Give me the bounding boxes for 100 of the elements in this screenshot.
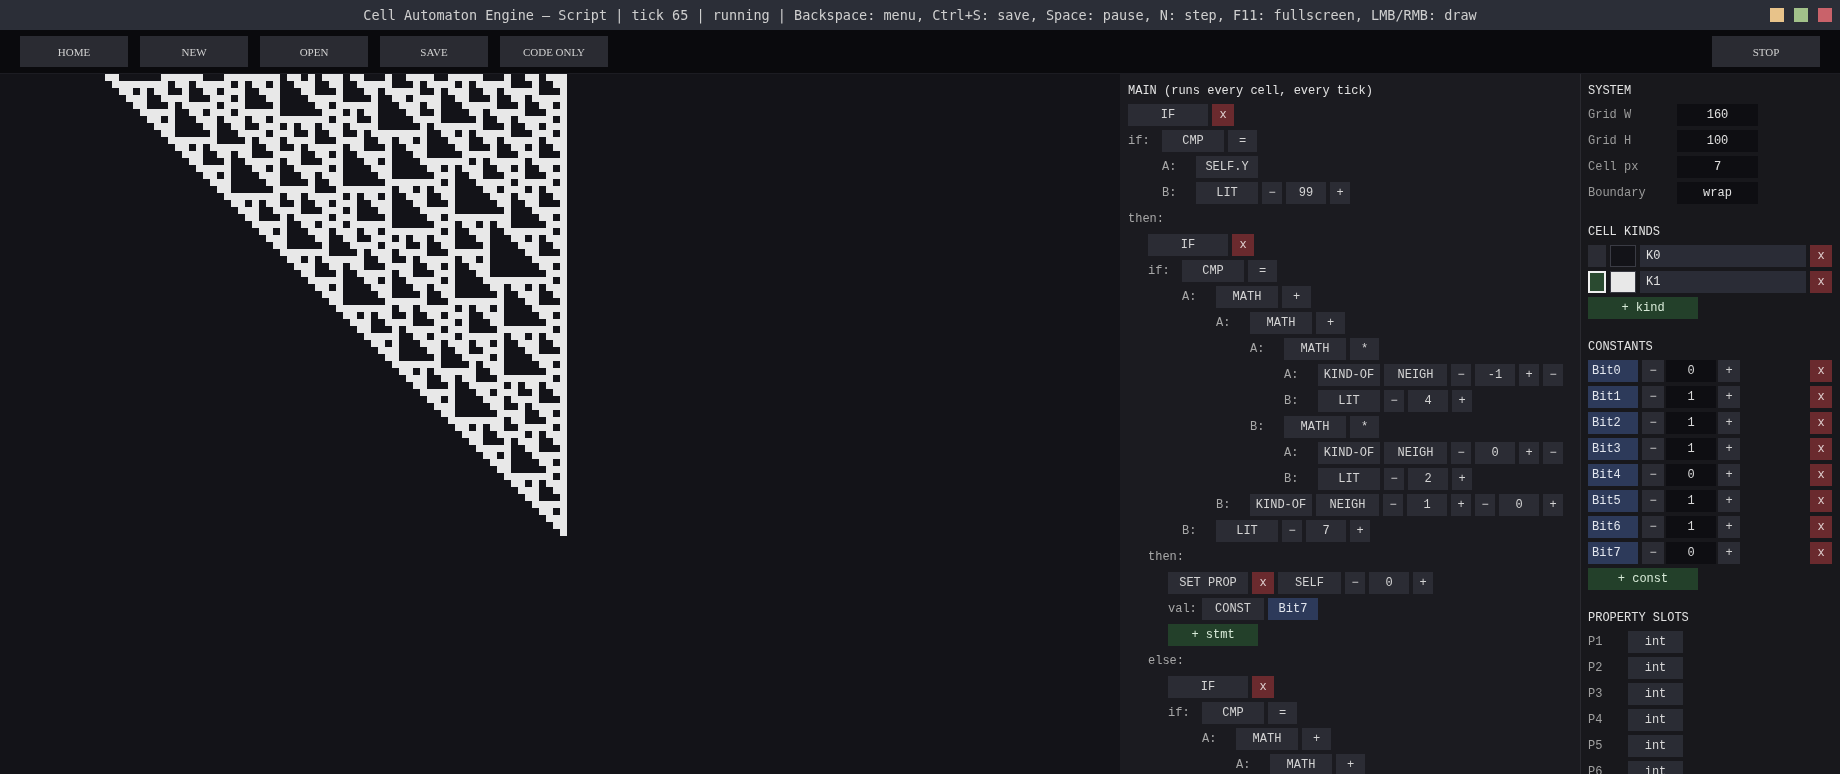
increment-button[interactable]: + <box>1413 572 1433 594</box>
value-field[interactable]: wrap <box>1677 182 1758 204</box>
value-field[interactable]: 1 <box>1666 412 1716 434</box>
delete-button[interactable]: x <box>1252 676 1274 698</box>
add-constant-button[interactable]: + const <box>1588 568 1698 590</box>
color-swatch[interactable] <box>1610 245 1636 267</box>
delete-button[interactable]: x <box>1252 572 1274 594</box>
decrement-button[interactable]: − <box>1384 390 1404 412</box>
value-field[interactable]: 0 <box>1666 464 1716 486</box>
block-button[interactable]: MATH <box>1284 416 1346 438</box>
operator-button[interactable]: * <box>1350 338 1379 360</box>
operator-button[interactable]: + <box>1336 754 1365 774</box>
increment-button[interactable]: + <box>1543 494 1563 516</box>
block-button[interactable]: IF <box>1148 234 1228 256</box>
increment-button[interactable]: + <box>1452 390 1472 412</box>
close-button[interactable] <box>1818 8 1832 22</box>
type-button[interactable]: int <box>1628 709 1683 731</box>
value-field[interactable]: 0 <box>1666 360 1716 382</box>
block-button[interactable]: KIND-OF <box>1318 364 1380 386</box>
operator-button[interactable]: + <box>1316 312 1345 334</box>
delete-button[interactable]: x <box>1810 542 1832 564</box>
operator-button[interactable]: * <box>1350 416 1379 438</box>
delete-button[interactable]: x <box>1810 271 1832 293</box>
decrement-button[interactable]: − <box>1642 490 1664 512</box>
decrement-button[interactable]: − <box>1642 438 1664 460</box>
decrement-button[interactable]: − <box>1642 386 1664 408</box>
value-field[interactable]: -1 <box>1475 364 1515 386</box>
delete-button[interactable]: x <box>1810 412 1832 434</box>
target-button[interactable]: NEIGH <box>1384 442 1447 464</box>
operator-button[interactable]: = <box>1248 260 1277 282</box>
value-field[interactable]: 1 <box>1666 516 1716 538</box>
block-button[interactable]: MATH <box>1250 312 1312 334</box>
value-field[interactable]: 99 <box>1286 182 1326 204</box>
decrement-button[interactable]: − <box>1451 364 1471 386</box>
toolbar-button[interactable]: OPEN <box>260 36 368 67</box>
value-field[interactable]: 7 <box>1306 520 1346 542</box>
delete-button[interactable]: x <box>1810 516 1832 538</box>
block-button[interactable]: IF <box>1128 104 1208 126</box>
operator-button[interactable]: + <box>1282 286 1311 308</box>
toolbar-button[interactable]: NEW <box>140 36 248 67</box>
name-field[interactable]: K0 <box>1640 245 1806 267</box>
block-button[interactable]: CMP <box>1202 702 1264 724</box>
delete-button[interactable]: x <box>1810 438 1832 460</box>
operator-button[interactable]: + <box>1302 728 1331 750</box>
block-button[interactable]: MATH <box>1236 728 1298 750</box>
decrement-button[interactable]: − <box>1642 464 1664 486</box>
block-button[interactable]: IF <box>1168 676 1248 698</box>
increment-button[interactable]: + <box>1718 360 1740 382</box>
block-button[interactable]: MATH <box>1216 286 1278 308</box>
target-button[interactable]: NEIGH <box>1316 494 1379 516</box>
constant-name[interactable]: Bit2 <box>1588 412 1638 434</box>
decrement-button[interactable]: − <box>1642 542 1664 564</box>
value-field[interactable]: 1 <box>1666 490 1716 512</box>
toolbar-button[interactable]: SAVE <box>380 36 488 67</box>
increment-button[interactable]: + <box>1718 516 1740 538</box>
value-field[interactable]: 1 <box>1666 438 1716 460</box>
delete-button[interactable]: x <box>1212 104 1234 126</box>
color-swatch[interactable] <box>1610 271 1636 293</box>
constant-name[interactable]: Bit1 <box>1588 386 1638 408</box>
constant-name[interactable]: Bit0 <box>1588 360 1638 382</box>
stop-button[interactable]: STOP <box>1712 36 1820 67</box>
increment-button[interactable]: + <box>1451 494 1471 516</box>
type-button[interactable]: int <box>1628 657 1683 679</box>
value-field[interactable]: 0 <box>1475 442 1515 464</box>
delete-button[interactable]: x <box>1810 490 1832 512</box>
value-field[interactable]: 4 <box>1408 390 1448 412</box>
operator-button[interactable]: = <box>1268 702 1297 724</box>
name-field[interactable]: K1 <box>1640 271 1806 293</box>
decrement-button[interactable]: − <box>1642 360 1664 382</box>
increment-button[interactable]: + <box>1718 542 1740 564</box>
delete-button[interactable]: x <box>1810 464 1832 486</box>
increment-button[interactable]: + <box>1718 412 1740 434</box>
value-field[interactable]: 100 <box>1677 130 1758 152</box>
block-button[interactable]: SELF.Y <box>1196 156 1258 178</box>
block-button[interactable]: LIT <box>1318 468 1380 490</box>
constant-name[interactable]: Bit7 <box>1588 542 1638 564</box>
type-button[interactable]: int <box>1628 735 1683 757</box>
target-button[interactable]: NEIGH <box>1384 364 1447 386</box>
increment-button[interactable]: + <box>1718 464 1740 486</box>
increment-button[interactable]: + <box>1350 520 1370 542</box>
value-field[interactable]: 2 <box>1408 468 1448 490</box>
decrement-button[interactable]: − <box>1475 494 1495 516</box>
decrement-button[interactable]: − <box>1451 442 1471 464</box>
value-field[interactable]: 0 <box>1499 494 1539 516</box>
constant-name[interactable]: Bit3 <box>1588 438 1638 460</box>
block-button[interactable]: LIT <box>1318 390 1380 412</box>
block-button[interactable]: SET PROP <box>1168 572 1248 594</box>
constant-name[interactable]: Bit6 <box>1588 516 1638 538</box>
type-button[interactable]: int <box>1628 631 1683 653</box>
decrement-button[interactable]: − <box>1543 442 1563 464</box>
decrement-button[interactable]: − <box>1345 572 1365 594</box>
decrement-button[interactable]: − <box>1543 364 1563 386</box>
value-field[interactable]: 0 <box>1369 572 1409 594</box>
decrement-button[interactable]: − <box>1642 412 1664 434</box>
increment-button[interactable]: + <box>1519 442 1539 464</box>
decrement-button[interactable]: − <box>1282 520 1302 542</box>
decrement-button[interactable]: − <box>1642 516 1664 538</box>
block-button[interactable]: KIND-OF <box>1250 494 1312 516</box>
maximize-button[interactable] <box>1794 8 1808 22</box>
block-button[interactable]: KIND-OF <box>1318 442 1380 464</box>
